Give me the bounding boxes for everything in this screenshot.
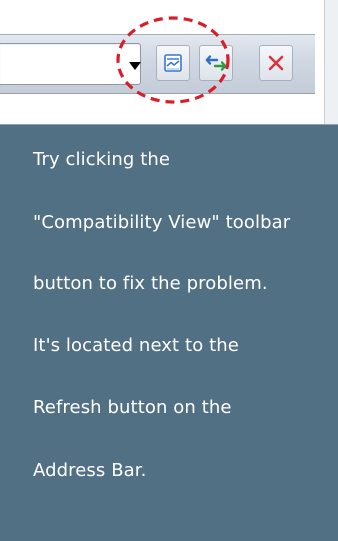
refresh-button[interactable]: [199, 45, 233, 81]
message-line: "Compatibility View" toolbar: [33, 212, 291, 233]
window-edge: [324, 0, 338, 124]
compatibility-view-button[interactable]: [156, 45, 190, 81]
message-line: Refresh button on the: [33, 397, 232, 418]
message-line: button to fix the problem.: [33, 273, 268, 294]
chevron-down-icon: [129, 62, 141, 70]
message-line: It's located next to the: [33, 335, 239, 356]
address-dropdown-button[interactable]: [121, 45, 149, 81]
address-input[interactable]: [0, 43, 141, 85]
message-line: Address Bar.: [33, 460, 147, 481]
compatibility-view-icon: [164, 54, 182, 72]
message-panel: Try clicking the "Compatibility View" to…: [0, 124, 338, 541]
address-bar-toolbar: [0, 34, 315, 94]
stop-button[interactable]: [259, 45, 293, 81]
message-line: Try clicking the: [33, 149, 171, 170]
refresh-icon: [205, 55, 227, 71]
close-icon: [268, 55, 284, 71]
